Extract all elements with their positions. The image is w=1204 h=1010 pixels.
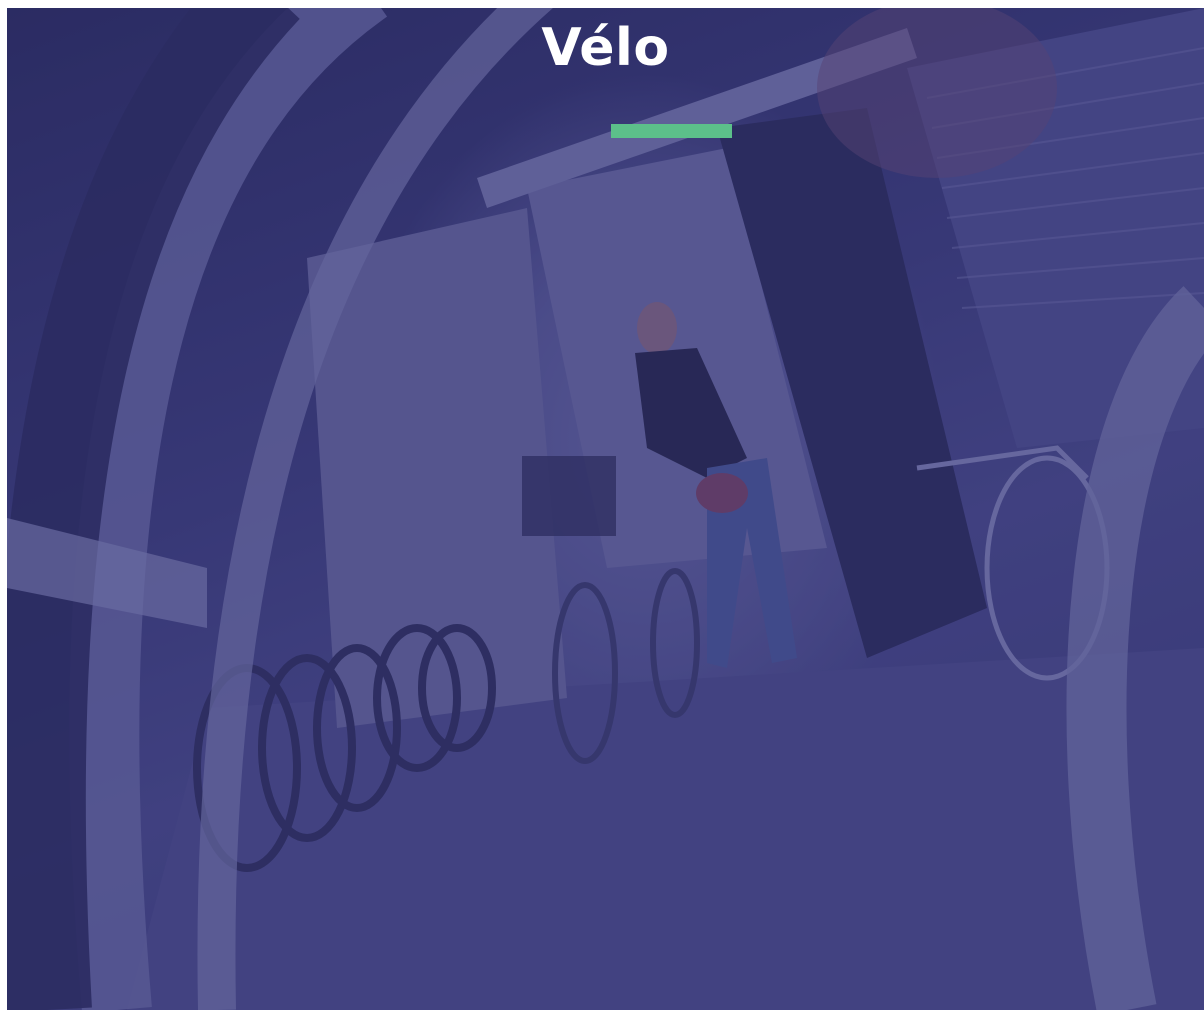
color-overlay: [7, 8, 1204, 1010]
title-accent-bar: [611, 124, 732, 138]
page-title: Vélo: [541, 18, 670, 78]
hero-banner: Vélo: [7, 8, 1204, 1010]
